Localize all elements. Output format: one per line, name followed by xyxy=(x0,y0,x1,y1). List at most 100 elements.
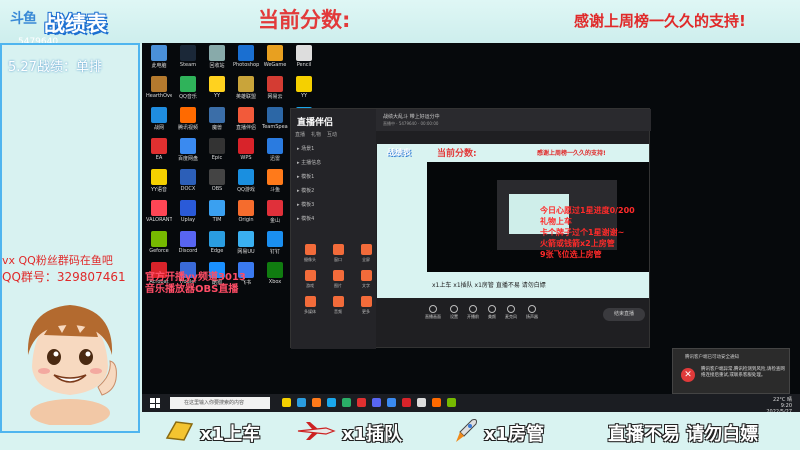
qq-group-number: QQ群号：329807461 xyxy=(2,270,126,284)
desktop-icon-label: Steam xyxy=(179,62,197,68)
scene-item[interactable]: ▸ 模板3 xyxy=(297,201,314,208)
app-icon xyxy=(267,169,283,185)
desktop-icon[interactable]: HearthOverlay xyxy=(146,76,172,105)
desktop-icon[interactable]: YY xyxy=(291,76,317,105)
desktop-icon-label: WeGame xyxy=(263,62,287,68)
desktop-icon[interactable]: 战网 xyxy=(146,107,172,136)
desktop-icon[interactable]: 钉钉 xyxy=(262,231,288,260)
desktop-icon[interactable]: 此电脑 xyxy=(146,45,172,74)
desktop-icon[interactable]: 网易UU xyxy=(233,231,259,260)
taskbar-search-input[interactable]: 在这里输入你要搜索的内容 xyxy=(170,397,270,409)
desktop-icon[interactable]: 网易云 xyxy=(262,76,288,105)
desktop-icon[interactable]: 英雄联盟 xyxy=(233,76,259,105)
desktop-icon[interactable]: Uplay xyxy=(175,200,201,229)
scene-item[interactable]: ▸ 模板4 xyxy=(297,215,314,222)
app-icon xyxy=(238,231,254,247)
app-icon xyxy=(209,45,225,61)
app-tab[interactable]: 礼物 xyxy=(311,131,321,138)
taskbar-app-icon[interactable] xyxy=(312,398,321,407)
tool-label: 窗口 xyxy=(334,257,342,262)
tool-button[interactable]: 摄像头 xyxy=(299,244,321,266)
desktop-icon[interactable]: Edge xyxy=(204,231,230,260)
desktop-icon[interactable]: Geforce xyxy=(146,231,172,260)
taskbar-app-icon[interactable] xyxy=(387,398,396,407)
tool-button[interactable]: 更多 xyxy=(355,296,377,318)
desktop-icon[interactable]: QQ游戏 xyxy=(233,169,259,198)
desktop-icon[interactable]: YY语音 xyxy=(146,169,172,198)
desktop-icon[interactable]: 百度网盘 xyxy=(175,138,201,167)
desktop-icon[interactable]: 迅雷 xyxy=(262,138,288,167)
desktop-icon[interactable]: 直播伴侣 xyxy=(233,107,259,136)
desktop-icon[interactable]: VALORANT xyxy=(146,200,172,229)
end-live-button[interactable]: 结束直播 xyxy=(603,308,645,321)
tool-button[interactable]: 图片 xyxy=(327,270,349,292)
desktop-icon[interactable]: Photoshop xyxy=(233,45,259,74)
tool-button[interactable]: 文字 xyxy=(355,270,377,292)
desktop-icon[interactable]: Pencil xyxy=(291,45,317,74)
desktop-icon[interactable]: 回收站 xyxy=(204,45,230,74)
desktop-icon[interactable]: Discord xyxy=(175,231,201,260)
taskbar-app-icon[interactable] xyxy=(447,398,456,407)
desktop-icon[interactable]: Origin xyxy=(233,200,259,229)
control-icon xyxy=(429,305,437,313)
desktop-icon-label: Origin xyxy=(238,217,254,223)
app-tab[interactable]: 直播 xyxy=(295,131,305,138)
control-button[interactable]: 直播画面 xyxy=(425,305,441,325)
app-tab[interactable]: 互动 xyxy=(327,131,337,138)
desktop-icon[interactable]: 魔兽 xyxy=(204,107,230,136)
desktop-icon[interactable]: EA xyxy=(146,138,172,167)
desktop-icon[interactable]: Epic xyxy=(204,138,230,167)
app-icon xyxy=(209,200,225,216)
desktop-icon[interactable]: WPS xyxy=(233,138,259,167)
taskbar-app-icon[interactable] xyxy=(327,398,336,407)
tool-button[interactable]: 全屏 xyxy=(355,244,377,266)
control-button[interactable]: 开播前 xyxy=(467,305,479,325)
desktop-icon[interactable]: 斗鱼 xyxy=(262,169,288,198)
desktop-icon[interactable]: DOCX xyxy=(175,169,201,198)
desktop-icon[interactable]: WeGame xyxy=(262,45,288,74)
desktop-icon[interactable]: YY xyxy=(204,76,230,105)
tool-label: 音频 xyxy=(334,309,342,314)
scene-item[interactable]: ▸ 模板1 xyxy=(297,173,314,180)
tool-button[interactable]: 游戏 xyxy=(299,270,321,292)
windows-start-icon[interactable] xyxy=(150,398,160,408)
rocket-icon xyxy=(456,419,477,442)
control-button[interactable]: 设置 xyxy=(450,305,458,325)
desktop-icon-label: YY语音 xyxy=(150,187,168,193)
desktop-icon[interactable]: 腾讯视频 xyxy=(175,107,201,136)
taskbar-app-icon[interactable] xyxy=(357,398,366,407)
tool-button[interactable]: 音频 xyxy=(327,296,349,318)
control-button[interactable]: 麦克风 xyxy=(505,305,517,325)
desktop-icon[interactable]: 金山 xyxy=(262,200,288,229)
taskbar-app-icon[interactable] xyxy=(282,398,291,407)
desktop-icon[interactable]: TeamSpeak xyxy=(262,107,288,136)
desktop-icon[interactable]: TIM xyxy=(204,200,230,229)
taskbar-app-icon[interactable] xyxy=(297,398,306,407)
tool-button[interactable]: 窗口 xyxy=(327,244,349,266)
taskbar-app-icon[interactable] xyxy=(372,398,381,407)
app-icon xyxy=(296,76,312,92)
wechat-qq-note: vx QQ粉丝群码在鱼吧 xyxy=(2,254,113,267)
desktop-icon-label: QQ音乐 xyxy=(179,94,197,100)
desktop-icon[interactable]: Steam xyxy=(175,45,201,74)
taskbar-app-icon[interactable] xyxy=(402,398,411,407)
desktop-icon-label: Photoshop xyxy=(233,62,259,68)
taskbar-app-icon[interactable] xyxy=(342,398,351,407)
error-notification[interactable]: 腾讯客户端已可动安全通知 ✕ 腾讯客户端异常,腾讯检测到风险,请检查网络连接后重… xyxy=(672,348,790,394)
scene-item[interactable]: ▸ 模板2 xyxy=(297,187,314,194)
control-label: 直播画面 xyxy=(425,314,441,319)
tool-icon xyxy=(304,296,316,307)
control-button[interactable]: 美颜 xyxy=(488,305,496,325)
thanks-text: 感谢上周榜一久久的支持! xyxy=(574,12,746,30)
tool-button[interactable]: 多媒体 xyxy=(299,296,321,318)
desktop-icon[interactable]: OBS xyxy=(204,169,230,198)
scene-item[interactable]: ▸ 场景1 xyxy=(297,145,314,152)
scene-item[interactable]: ▸ 主播信息 xyxy=(297,159,321,166)
desktop-icon[interactable]: Xbox xyxy=(262,262,288,291)
desktop-icon[interactable]: QQ音乐 xyxy=(175,76,201,105)
error-icon: ✕ xyxy=(681,368,695,382)
taskbar-app-icon[interactable] xyxy=(432,398,441,407)
taskbar-app-icon[interactable] xyxy=(417,398,426,407)
app-icon xyxy=(180,76,196,92)
control-button[interactable]: 扬声器 xyxy=(526,305,538,325)
